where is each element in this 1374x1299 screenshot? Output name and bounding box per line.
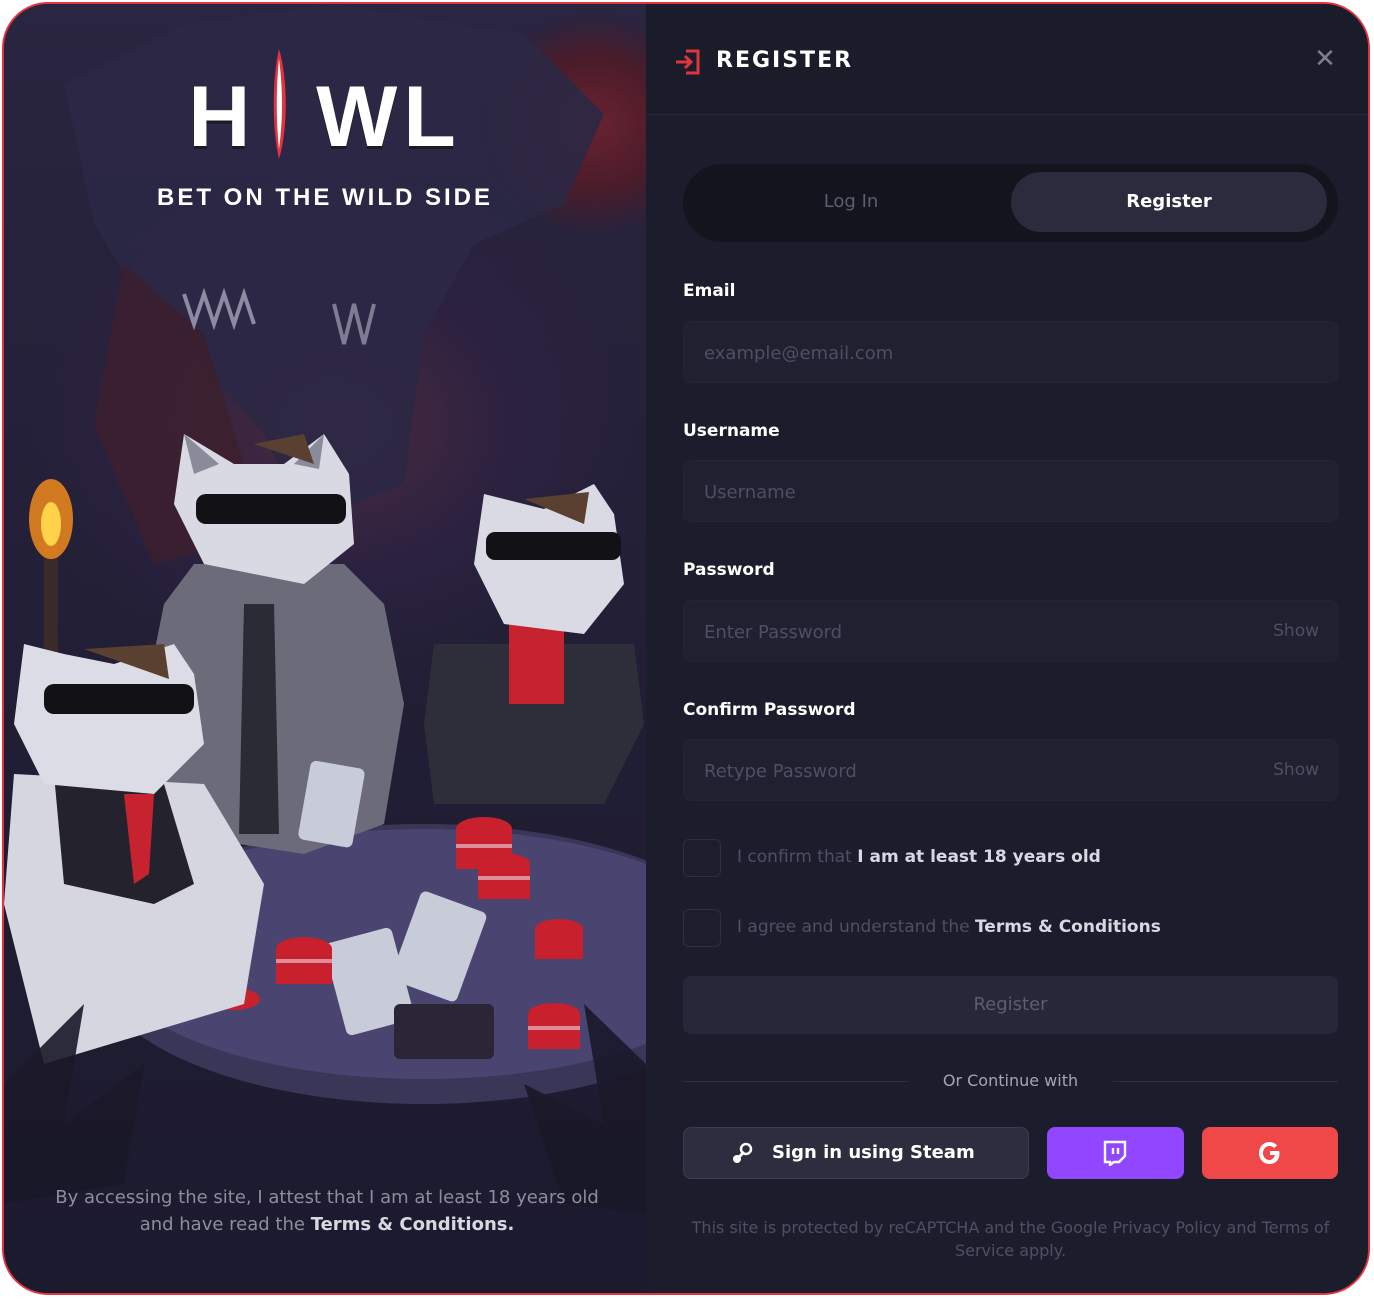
age-disclaimer: By accessing the site, I attest that I a… — [54, 1184, 600, 1238]
username-field[interactable] — [702, 461, 1206, 523]
age-confirm-checkbox[interactable] — [683, 839, 721, 877]
age-confirm-text: I confirm that I am at least 18 years ol… — [737, 847, 1101, 867]
email-field[interactable] — [702, 322, 1206, 384]
terms-link[interactable]: Terms & Conditions. — [311, 1214, 515, 1235]
auth-panel: REGISTER ✕ Log In Register Email Usernam… — [646, 4, 1368, 1293]
username-label: Username — [683, 421, 780, 441]
continue-divider: Or Continue with — [683, 1069, 1338, 1093]
twitch-signin-button[interactable] — [1047, 1127, 1184, 1179]
password-label: Password — [683, 560, 775, 580]
terms-agree-text: I agree and understand the Terms & Condi… — [737, 917, 1161, 937]
confirm-password-field[interactable] — [702, 740, 1206, 802]
recaptcha-notice: This site is protected by reCAPTCHA and … — [691, 1218, 1330, 1260]
logo-text: H WL — [188, 69, 462, 165]
username-field-box — [683, 460, 1338, 523]
email-field-box — [683, 321, 1338, 384]
twitch-icon — [1103, 1140, 1127, 1166]
age-confirm-bold: I am at least 18 years old — [857, 847, 1101, 867]
terms-agree-checkbox[interactable] — [683, 909, 721, 947]
terms-agree-prefix: I agree and understand the — [737, 917, 975, 937]
tab-log-in[interactable]: Log In — [691, 172, 1011, 232]
age-confirm-prefix: I confirm that — [737, 847, 858, 867]
steam-signin-label: Sign in using Steam — [772, 1142, 975, 1163]
login-arrow-icon — [676, 49, 700, 75]
steam-icon — [733, 1142, 753, 1163]
password-field-box: Show — [683, 600, 1338, 663]
steam-signin-button[interactable]: Sign in using Steam — [683, 1127, 1029, 1179]
confirm-password-label: Confirm Password — [683, 700, 856, 720]
register-submit-button[interactable]: Register — [683, 976, 1338, 1034]
password-field[interactable] — [702, 601, 1206, 663]
promo-art-panel: H WL BET ON THE WILD SIDE By accessing t… — [4, 4, 646, 1293]
auth-tabs: Log In Register — [683, 164, 1338, 242]
confirm-password-field-box: Show — [683, 739, 1338, 802]
google-signin-button[interactable] — [1202, 1127, 1338, 1179]
show-password-toggle[interactable]: Show — [1273, 601, 1319, 661]
modal-title: REGISTER — [716, 48, 854, 73]
tagline: BET ON THE WILD SIDE — [157, 184, 493, 211]
register-modal: H WL BET ON THE WILD SIDE By accessing t… — [2, 2, 1370, 1295]
google-icon — [1259, 1142, 1280, 1164]
panel-header: REGISTER ✕ — [646, 4, 1368, 115]
divider-line-right — [1113, 1081, 1338, 1082]
close-icon[interactable]: ✕ — [1312, 46, 1338, 72]
email-label: Email — [683, 281, 736, 301]
logo-claw-mark — [273, 49, 286, 159]
howl-logo: H WL — [4, 74, 646, 160]
tab-register[interactable]: Register — [1011, 172, 1327, 232]
terms-conditions-link[interactable]: Terms & Conditions — [975, 917, 1161, 937]
show-confirm-password-toggle[interactable]: Show — [1273, 740, 1319, 800]
